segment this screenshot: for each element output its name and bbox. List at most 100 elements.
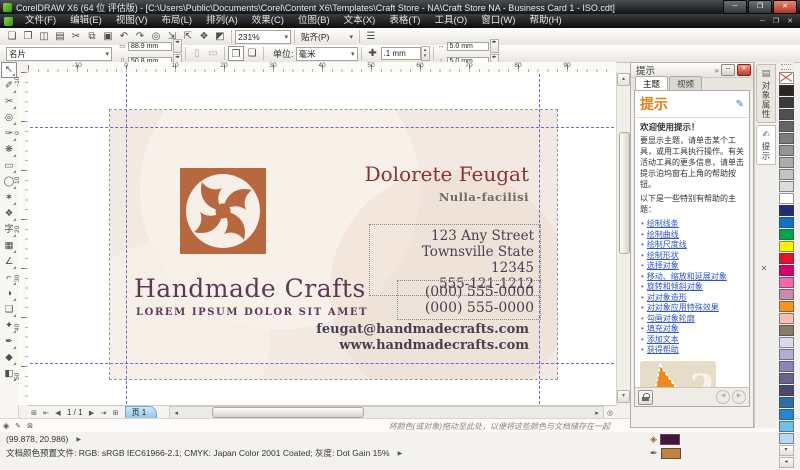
topic-link[interactable]: 选择对象 bbox=[647, 261, 679, 272]
smart-fill-tool-icon[interactable]: ❋ bbox=[1, 142, 17, 158]
palette-flyout-icon[interactable]: ◉ bbox=[0, 422, 12, 430]
color-swatch[interactable] bbox=[779, 85, 794, 96]
color-swatch[interactable] bbox=[779, 397, 794, 408]
color-swatch[interactable] bbox=[779, 229, 794, 240]
menu-item[interactable]: 效果(C) bbox=[245, 14, 291, 28]
vertical-scroll-thumb[interactable] bbox=[619, 132, 630, 254]
menu-item[interactable]: 文本(X) bbox=[337, 14, 383, 28]
document-window-controls[interactable]: ─ ❐ ✕ bbox=[760, 17, 796, 25]
topic-link[interactable]: 勾画对象轮廓 bbox=[647, 314, 695, 325]
zoom-tool-icon[interactable]: ◎ bbox=[1, 110, 17, 126]
color-swatch[interactable] bbox=[779, 157, 794, 168]
topic-link[interactable]: 绘制形状 bbox=[647, 251, 679, 262]
palette-expand-icon[interactable]: ◂ bbox=[779, 457, 794, 468]
color-swatch[interactable] bbox=[779, 121, 794, 132]
menu-item[interactable]: 布局(L) bbox=[154, 14, 199, 28]
new-document-icon[interactable]: ❏ bbox=[4, 29, 20, 44]
landscape-button[interactable]: ▭ bbox=[205, 46, 221, 61]
color-swatch[interactable] bbox=[779, 265, 794, 276]
fill-tool-icon[interactable]: ◆ bbox=[1, 350, 17, 366]
color-swatch[interactable] bbox=[779, 277, 794, 288]
color-swatch[interactable] bbox=[779, 97, 794, 108]
nudge-offset-field[interactable]: .1 mm bbox=[381, 47, 421, 60]
menu-item[interactable]: 编辑(E) bbox=[63, 14, 109, 28]
business-card-page[interactable]: Handmade Crafts LOREM IPSUM DOLOR SIT AM… bbox=[110, 110, 557, 379]
topic-link[interactable]: 绘制曲线 bbox=[647, 230, 679, 241]
no-color-well-icon[interactable]: ⊠ bbox=[24, 422, 36, 430]
all-pages-button[interactable]: ❐ bbox=[228, 46, 244, 61]
color-swatch[interactable] bbox=[779, 181, 794, 192]
crop-tool-icon[interactable]: ✂ bbox=[1, 94, 17, 110]
drop-shadow-tool-icon[interactable]: ❏ bbox=[1, 302, 17, 318]
topic-link[interactable]: 添加文本 bbox=[647, 335, 679, 346]
menu-item[interactable]: 排列(A) bbox=[199, 14, 245, 28]
docker-side-tab[interactable]: ▤ 对象属性 bbox=[756, 64, 776, 123]
export-icon[interactable]: ⇱ bbox=[180, 29, 196, 44]
menu-item[interactable]: 位图(B) bbox=[291, 14, 337, 28]
polygon-tool-icon[interactable]: ✶ bbox=[1, 190, 17, 206]
color-swatch[interactable] bbox=[779, 301, 794, 312]
page-width-field[interactable]: 88.9 mm bbox=[128, 42, 172, 51]
fill-color-indicator[interactable]: ◈ bbox=[650, 434, 680, 445]
topic-link[interactable]: 移动、缩放和延展对象 bbox=[647, 272, 727, 283]
color-swatch[interactable] bbox=[779, 217, 794, 228]
forward-arrow-icon[interactable]: ▶ bbox=[732, 390, 746, 404]
tab-topics[interactable]: 主题 bbox=[635, 76, 668, 91]
color-swatch[interactable] bbox=[779, 109, 794, 120]
topic-link[interactable]: 填充对象 bbox=[647, 324, 679, 335]
topic-link[interactable]: 绘制尺度线 bbox=[647, 240, 687, 251]
current-page-button[interactable]: ❏ bbox=[244, 46, 260, 61]
print-icon[interactable]: ▤ bbox=[52, 29, 68, 44]
menu-item[interactable]: 窗口(W) bbox=[474, 14, 522, 28]
horizontal-scroll-thumb[interactable] bbox=[212, 407, 364, 418]
scroll-up-icon[interactable]: ▴ bbox=[617, 73, 630, 86]
docker-minimize-icon[interactable]: ─ bbox=[721, 64, 735, 76]
topic-link[interactable]: 绘制线条 bbox=[647, 219, 679, 230]
rectangle-tool-icon[interactable]: ▭ bbox=[1, 158, 17, 174]
basic-shapes-tool-icon[interactable]: ❖ bbox=[1, 206, 17, 222]
units-dropdown[interactable]: 毫米 bbox=[296, 47, 358, 61]
add-page-end-icon[interactable]: ⊞ bbox=[110, 409, 122, 417]
menu-item[interactable]: 表格(T) bbox=[382, 14, 427, 28]
scroll-right-icon[interactable]: ▸ bbox=[591, 409, 603, 417]
options-icon[interactable]: ☰ bbox=[363, 29, 379, 44]
color-swatch[interactable] bbox=[779, 133, 794, 144]
person-title-text[interactable]: Nulla-facilisi bbox=[439, 190, 529, 204]
open-icon[interactable]: ❐ bbox=[20, 29, 36, 44]
topic-link[interactable]: 对对象造形 bbox=[647, 293, 687, 304]
dimension-tool-icon[interactable]: ∠ bbox=[1, 254, 17, 270]
color-swatch[interactable] bbox=[779, 253, 794, 264]
snap-to-dropdown[interactable]: 贴齐(P) bbox=[298, 30, 356, 44]
color-swatch[interactable] bbox=[779, 385, 794, 396]
portrait-button[interactable]: ▯ bbox=[189, 46, 205, 61]
menu-item[interactable]: 视图(V) bbox=[109, 14, 155, 28]
copy-icon[interactable]: ⧉ bbox=[84, 29, 100, 44]
outline-pen-tool-icon[interactable]: ✒ bbox=[1, 334, 17, 350]
previous-page-icon[interactable]: ◀ bbox=[52, 409, 64, 417]
color-swatch[interactable] bbox=[779, 373, 794, 384]
topic-link[interactable]: 获得帮助 bbox=[647, 345, 679, 356]
person-name-text[interactable]: Dolorete Feugat bbox=[365, 162, 529, 186]
last-page-icon[interactable]: ⇥ bbox=[98, 409, 110, 417]
hints-help-icon[interactable]: ✎ bbox=[736, 99, 744, 110]
duplicate-x-field[interactable]: 5.0 mm bbox=[447, 42, 489, 51]
color-swatch[interactable] bbox=[779, 241, 794, 252]
close-button[interactable]: ✕ bbox=[773, 0, 797, 14]
color-swatch[interactable] bbox=[779, 169, 794, 180]
guideline-horizontal-bottom[interactable] bbox=[30, 363, 614, 364]
color-swatch[interactable] bbox=[779, 193, 794, 204]
vertical-scrollbar[interactable]: ▴ ▾ bbox=[616, 72, 630, 405]
phone-placeholder-box[interactable]: (000) 555-0000(000) 555-0000 bbox=[397, 280, 541, 320]
tab-videos[interactable]: 视频 bbox=[669, 76, 702, 91]
cut-icon[interactable]: ✂ bbox=[68, 29, 84, 44]
minimize-button[interactable]: ─ bbox=[723, 0, 747, 14]
blend-tool-icon[interactable]: ◑ bbox=[1, 286, 17, 302]
menu-item[interactable]: 文件(F) bbox=[18, 14, 63, 28]
guideline-vertical-right[interactable] bbox=[539, 74, 540, 409]
color-swatch[interactable] bbox=[779, 145, 794, 156]
palette-grip[interactable] bbox=[781, 64, 791, 70]
color-swatch[interactable] bbox=[779, 361, 794, 372]
welcome-screen-icon[interactable]: ◩ bbox=[212, 29, 228, 44]
scroll-left-icon[interactable]: ◂ bbox=[170, 409, 182, 417]
first-page-icon[interactable]: ⇤ bbox=[40, 409, 52, 417]
